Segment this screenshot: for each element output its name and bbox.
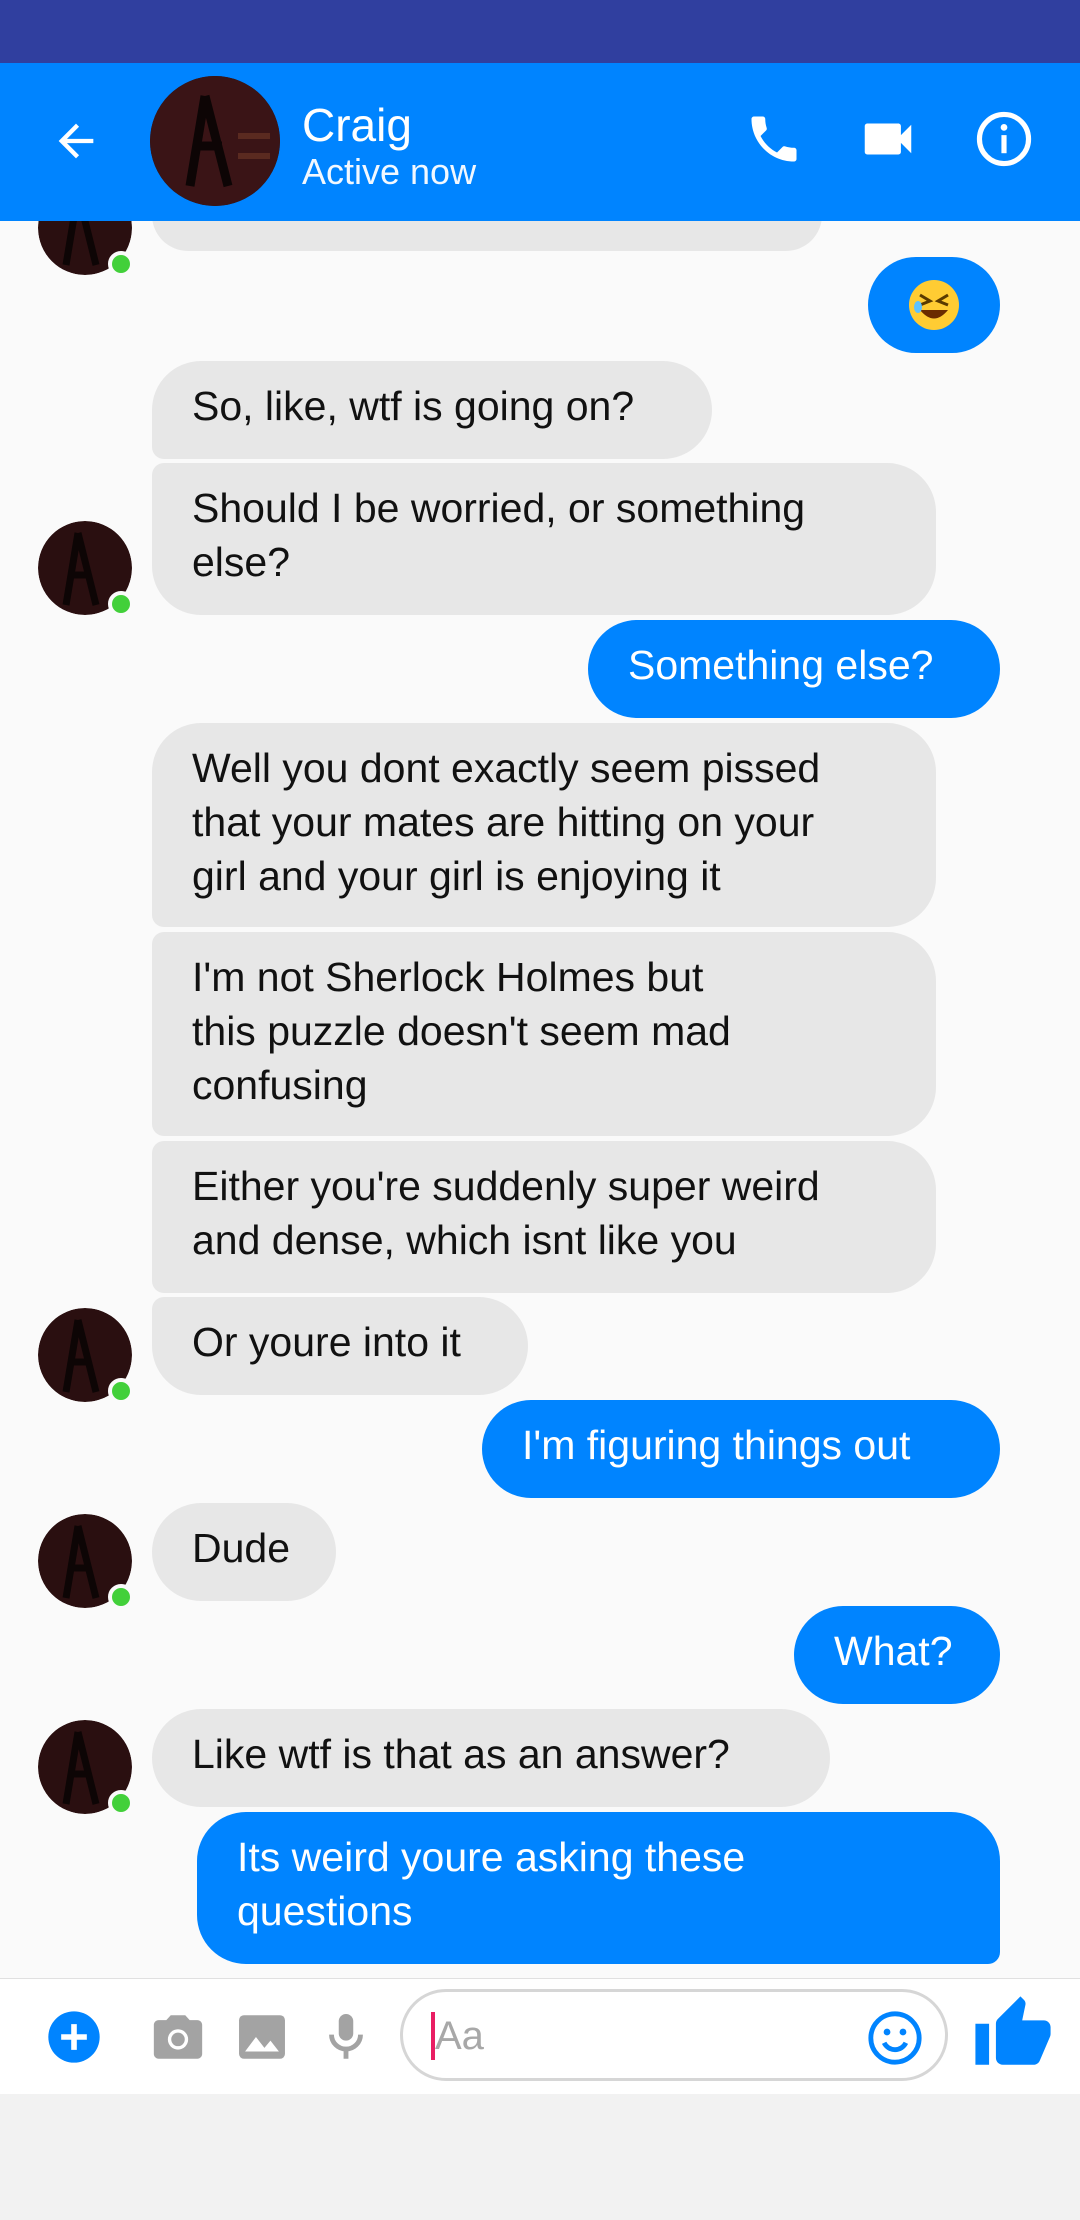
emoji-button[interactable]: [865, 2008, 925, 2068]
more-actions-button[interactable]: [44, 2007, 104, 2067]
message-bubble-incoming[interactable]: Like wtf is that as an answer?: [152, 1709, 830, 1807]
info-icon: [976, 111, 1032, 167]
message-input[interactable]: [433, 2006, 817, 2066]
sender-avatar[interactable]: [38, 1720, 134, 1816]
message-field[interactable]: [400, 1989, 948, 2081]
gallery-button[interactable]: [232, 2007, 292, 2067]
sender-avatar[interactable]: [38, 521, 134, 617]
sender-avatar[interactable]: [38, 1308, 134, 1404]
avatar-image: [150, 76, 280, 206]
message-bubble-incoming[interactable]: Either you're suddenly super weird and d…: [152, 1141, 936, 1293]
camera-icon: [153, 2015, 203, 2059]
phone-icon: [751, 116, 797, 162]
plus-icon: [48, 2011, 100, 2063]
rolling-laughing-emoji: [909, 280, 959, 330]
contact-name: Craig: [302, 99, 412, 151]
message-bubble-outgoing[interactable]: [868, 257, 1000, 353]
online-indicator: [108, 1790, 134, 1816]
back-arrow-icon: [58, 123, 94, 159]
like-button[interactable]: [972, 1993, 1054, 2075]
online-indicator: [108, 1378, 134, 1404]
emoji-icon: [868, 2011, 922, 2065]
back-button[interactable]: [42, 107, 110, 175]
system-navigation-area: [0, 2094, 1080, 2220]
message-bubble-outgoing[interactable]: What?: [794, 1606, 1000, 1704]
message-bubble-incoming[interactable]: [152, 221, 822, 251]
online-indicator: [108, 591, 134, 617]
status-bar: [0, 0, 1080, 63]
message-bubble-incoming[interactable]: Or youre into it: [152, 1297, 528, 1395]
message-bubble-outgoing[interactable]: I'm figuring things out: [482, 1400, 1000, 1498]
message-bubble-incoming[interactable]: So, like, wtf is going on?: [152, 361, 712, 459]
online-indicator: [108, 1584, 134, 1610]
message-bubble-outgoing[interactable]: Its weird youre asking these questions: [197, 1812, 1000, 1964]
message-bubble-incoming[interactable]: I'm not Sherlock Holmes but this puzzle …: [152, 932, 936, 1136]
camera-button[interactable]: [148, 2007, 208, 2067]
message-list[interactable]: So, like, wtf is going on? Should I be w…: [0, 221, 1080, 1978]
voice-message-button[interactable]: [316, 2007, 376, 2067]
video-call-button[interactable]: [852, 103, 924, 175]
message-composer: [0, 1978, 1080, 2095]
contact-status: Active now: [302, 151, 477, 192]
messenger-conversation-screen: Craig Active now So, like, wtf is going …: [0, 0, 1080, 2220]
voice-call-button[interactable]: [738, 103, 810, 175]
conversation-header: Craig Active now: [0, 63, 1080, 221]
conversation-info-button[interactable]: [968, 103, 1040, 175]
message-bubble-incoming[interactable]: Well you dont exactly seem pissed that y…: [152, 723, 936, 927]
image-icon: [239, 2015, 285, 2059]
message-bubble-outgoing[interactable]: Something else?: [588, 620, 1000, 718]
sender-avatar[interactable]: [38, 221, 134, 277]
sender-avatar[interactable]: [38, 1514, 134, 1610]
thumbs-up-icon: [975, 1996, 1051, 2065]
message-bubble-incoming[interactable]: Should I be worried, or something else?: [152, 463, 936, 615]
message-bubble-incoming[interactable]: Dude: [152, 1503, 336, 1601]
contact-avatar[interactable]: [150, 76, 280, 206]
video-camera-icon: [864, 123, 912, 155]
microphone-icon: [329, 2014, 363, 2059]
online-indicator: [108, 251, 134, 277]
